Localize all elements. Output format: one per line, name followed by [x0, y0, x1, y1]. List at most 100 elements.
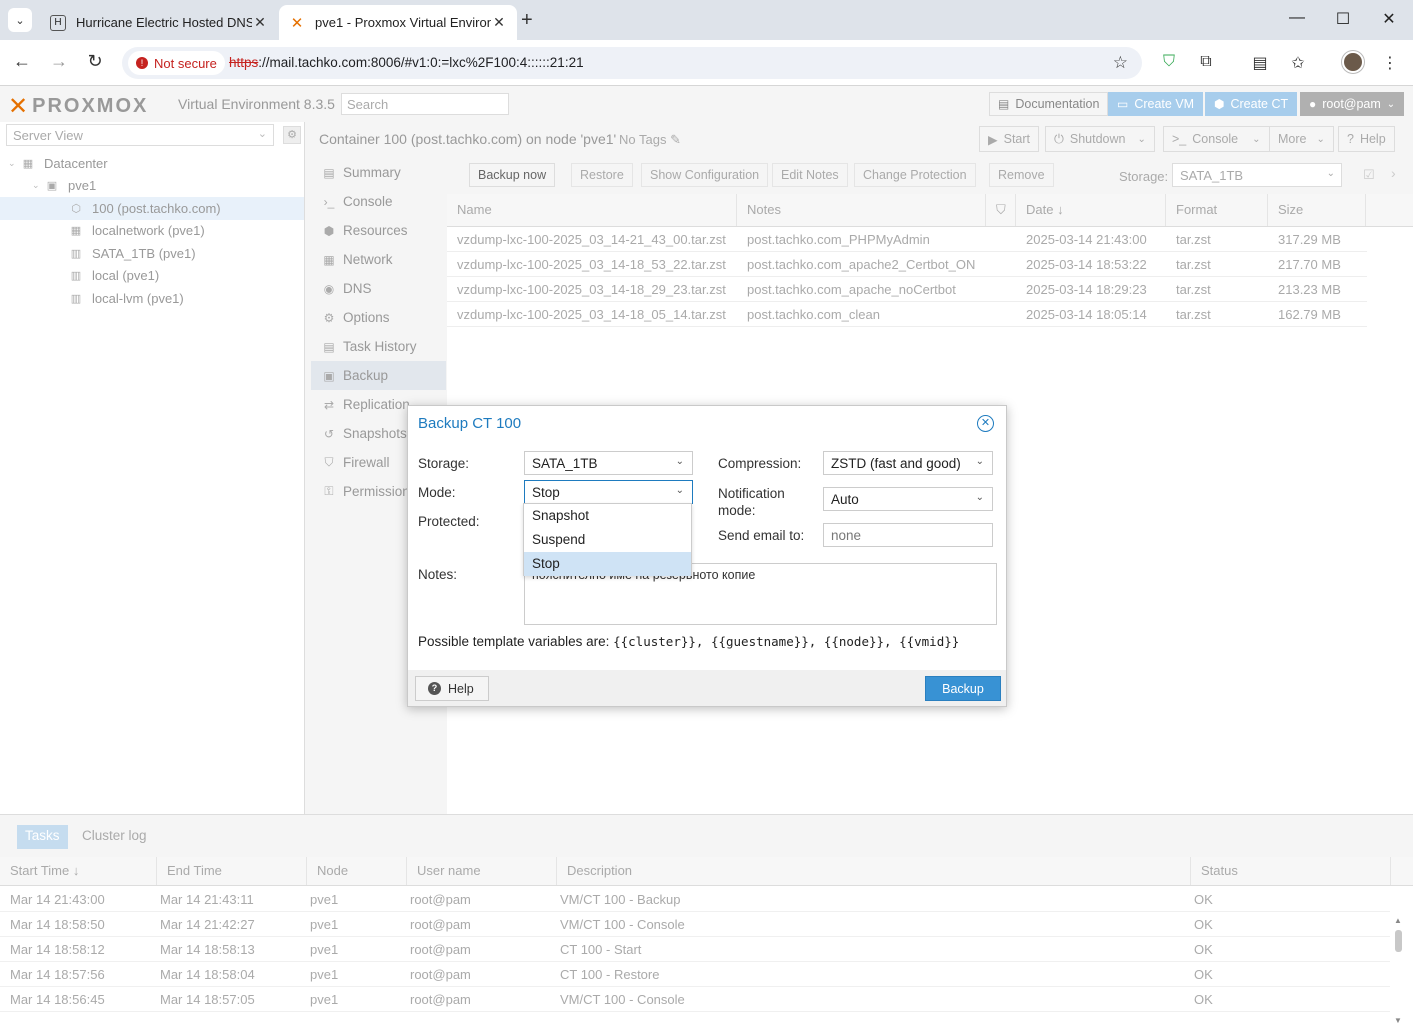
nav-item-options[interactable]: ⚙ Options [311, 303, 446, 332]
create-ct-button[interactable]: ⬢ Create CT [1205, 92, 1298, 116]
col-name[interactable]: Name [447, 194, 737, 226]
browser-menu-icon[interactable]: ⋮ [1378, 53, 1402, 73]
tab-tasks[interactable]: Tasks [17, 825, 68, 849]
minimize-icon[interactable]: — [1282, 9, 1312, 27]
address-bar[interactable]: ! Not secure https://mail.tachko.com:800… [122, 47, 1142, 79]
col-format[interactable]: Format [1166, 194, 1268, 226]
col-size[interactable]: Size [1268, 194, 1366, 226]
protected-col-shield-icon[interactable]: ⛉ [986, 194, 1016, 226]
col-user-name[interactable]: User name [407, 857, 557, 885]
table-row[interactable]: Mar 14 18:56:45 Mar 14 18:57:05 pve1 root@p… [0, 987, 1390, 1012]
col-start-time[interactable]: Start Time ↓ [0, 857, 157, 885]
start-button[interactable]: ▶ Start [979, 126, 1040, 152]
reading-list-icon[interactable]: ▤ [1248, 53, 1272, 73]
col-node[interactable]: Node [307, 857, 407, 885]
backup-submit-button[interactable]: Backup [925, 676, 1001, 701]
compression-dropdown[interactable]: ZSTD (fast and good) ⌄ [823, 451, 993, 475]
tree-node[interactable]: ▦ localnetwork (pve1) [0, 220, 304, 243]
task-scrollbar[interactable]: ▲ ▼ [1394, 916, 1404, 1025]
mode-option-stop[interactable]: Stop [524, 552, 691, 576]
mode-option-suspend[interactable]: Suspend [524, 528, 691, 552]
user-menu-button[interactable]: ● root@pam ⌄ [1300, 92, 1405, 116]
reload-icon[interactable]: ↻ [83, 51, 107, 72]
nav-item-network[interactable]: ▦ Network [311, 245, 446, 274]
scroll-down-icon[interactable]: ▼ [1394, 1016, 1402, 1025]
maximize-icon[interactable]: ☐ [1328, 9, 1358, 29]
notification-mode-dropdown[interactable]: Auto ⌄ [823, 487, 993, 511]
table-row[interactable]: vzdump-lxc-100-2025_03_14-18_29_23.tar.z… [447, 277, 1367, 302]
close-tab-icon[interactable]: ✕ [252, 14, 268, 31]
backup-now-button[interactable]: Backup now [469, 163, 556, 187]
storage-select[interactable]: SATA_1TB ⌄ [1172, 163, 1342, 187]
close-tab-icon[interactable]: ✕ [491, 14, 507, 31]
table-row[interactable]: vzdump-lxc-100-2025_03_14-21_43_00.tar.z… [447, 227, 1367, 252]
tab-search-button[interactable]: ⌄ [8, 8, 32, 32]
new-tab-icon[interactable]: + [521, 9, 533, 32]
col-description[interactable]: Description [557, 857, 1191, 885]
browser-tab-he-dns[interactable]: H Hurricane Electric Hosted DNS ✕ [40, 5, 278, 40]
restore-button[interactable]: Restore [571, 163, 633, 187]
table-row[interactable]: Mar 14 18:58:50 Mar 14 21:42:27 pve1 root@p… [0, 912, 1390, 937]
expander-icon[interactable]: ⌄ [32, 180, 44, 191]
browser-tab-pve[interactable]: ✕ pve1 - Proxmox Virtual Environm ✕ [279, 5, 517, 40]
table-row[interactable]: Mar 14 18:57:56 Mar 14 18:58:04 pve1 root@p… [0, 962, 1390, 987]
col-status[interactable]: Status [1191, 857, 1391, 885]
profile-avatar[interactable] [1342, 51, 1364, 73]
email-input[interactable]: none [823, 523, 993, 547]
console-button[interactable]: >_ Console ⌄ [1163, 126, 1270, 152]
filter-checkbox[interactable]: ☑ [1363, 167, 1375, 183]
shutdown-button[interactable]: ⏻ Shutdown ⌄ [1045, 126, 1155, 152]
tree-node[interactable]: ▥ local-lvm (pve1) [0, 287, 304, 310]
create-vm-button[interactable]: ▭ Create VM [1108, 92, 1204, 116]
tree-node[interactable]: ▥ local (pve1) [0, 265, 304, 288]
extensions-icon[interactable]: ⧉ [1194, 53, 1218, 71]
search-input[interactable]: Search [341, 93, 509, 115]
scroll-thumb[interactable] [1395, 930, 1402, 952]
nav-item-resources[interactable]: ⬢ Resources [311, 216, 446, 245]
back-icon[interactable]: ← [10, 51, 34, 72]
gear-icon[interactable]: ⚙ [283, 126, 301, 144]
table-row[interactable]: Mar 14 18:58:12 Mar 14 18:58:13 pve1 root@p… [0, 937, 1390, 962]
col-notes[interactable]: Notes [737, 194, 986, 226]
shield-extension-icon[interactable]: ⛉ [1157, 53, 1181, 71]
scroll-up-icon[interactable]: ▲ [1394, 916, 1402, 925]
tags-editor[interactable]: No Tags ✎ [619, 132, 681, 148]
edit-notes-button[interactable]: Edit Notes [772, 163, 848, 187]
tab-cluster-log[interactable]: Cluster log [74, 825, 155, 849]
change-protection-button[interactable]: Change Protection [854, 163, 976, 187]
tree-node[interactable]: ▥ SATA_1TB (pve1) [0, 242, 304, 265]
show-configuration-button[interactable]: Show Configuration [641, 163, 769, 187]
mode-option-snapshot[interactable]: Snapshot [524, 504, 691, 528]
tree-node[interactable]: ⬡ 100 (post.tachko.com) [0, 197, 304, 220]
tree-node[interactable]: ⌄ ▣ pve1 [0, 175, 304, 198]
help-button[interactable]: ? Help [1338, 126, 1395, 152]
security-chip[interactable]: ! Not secure [128, 51, 225, 75]
nav-item-dns[interactable]: ◉ DNS [311, 274, 446, 303]
forward-icon[interactable]: → [47, 51, 71, 72]
remove-button[interactable]: Remove [989, 163, 1054, 187]
mode-dropdown[interactable]: Stop ⌄ [524, 480, 693, 504]
nav-item-summary[interactable]: ▤ Summary [311, 158, 446, 187]
nav-item-console[interactable]: ›_ Console [311, 187, 446, 216]
table-row[interactable]: Mar 14 21:43:00 Mar 14 21:43:11 pve1 root@p… [0, 887, 1390, 912]
url-text[interactable]: https://mail.tachko.com:8006/#v1:0:=lxc%… [229, 55, 584, 70]
favorites-icon[interactable]: ✩ [1286, 53, 1310, 73]
view-selector[interactable]: Server View ⌄ [6, 124, 274, 146]
nav-item-task-history[interactable]: ▤ Task History [311, 332, 446, 361]
table-row[interactable]: vzdump-lxc-100-2025_03_14-18_53_22.tar.z… [447, 252, 1367, 277]
expander-icon[interactable]: ⌄ [8, 158, 20, 169]
sort-down-icon: ↓ [1057, 202, 1064, 217]
bookmark-star-icon[interactable]: ☆ [1113, 53, 1128, 73]
close-window-icon[interactable]: ✕ [1374, 9, 1404, 29]
dialog-help-button[interactable]: ? Help [415, 676, 489, 701]
storage-dropdown[interactable]: SATA_1TB ⌄ [524, 451, 693, 475]
documentation-button[interactable]: ▤ Documentation [989, 92, 1109, 116]
close-icon[interactable]: ✕ [977, 415, 994, 432]
col-date[interactable]: Date ↓ [1016, 194, 1166, 226]
table-row[interactable]: vzdump-lxc-100-2025_03_14-18_05_14.tar.z… [447, 302, 1367, 327]
nav-item-backup[interactable]: ▣ Backup [311, 361, 446, 390]
more-button[interactable]: More ⌄ [1269, 126, 1334, 152]
col-end-time[interactable]: End Time [157, 857, 307, 885]
tree-node[interactable]: ⌄ ▦ Datacenter [0, 152, 304, 175]
scroll-right-icon[interactable]: › [1391, 165, 1396, 181]
